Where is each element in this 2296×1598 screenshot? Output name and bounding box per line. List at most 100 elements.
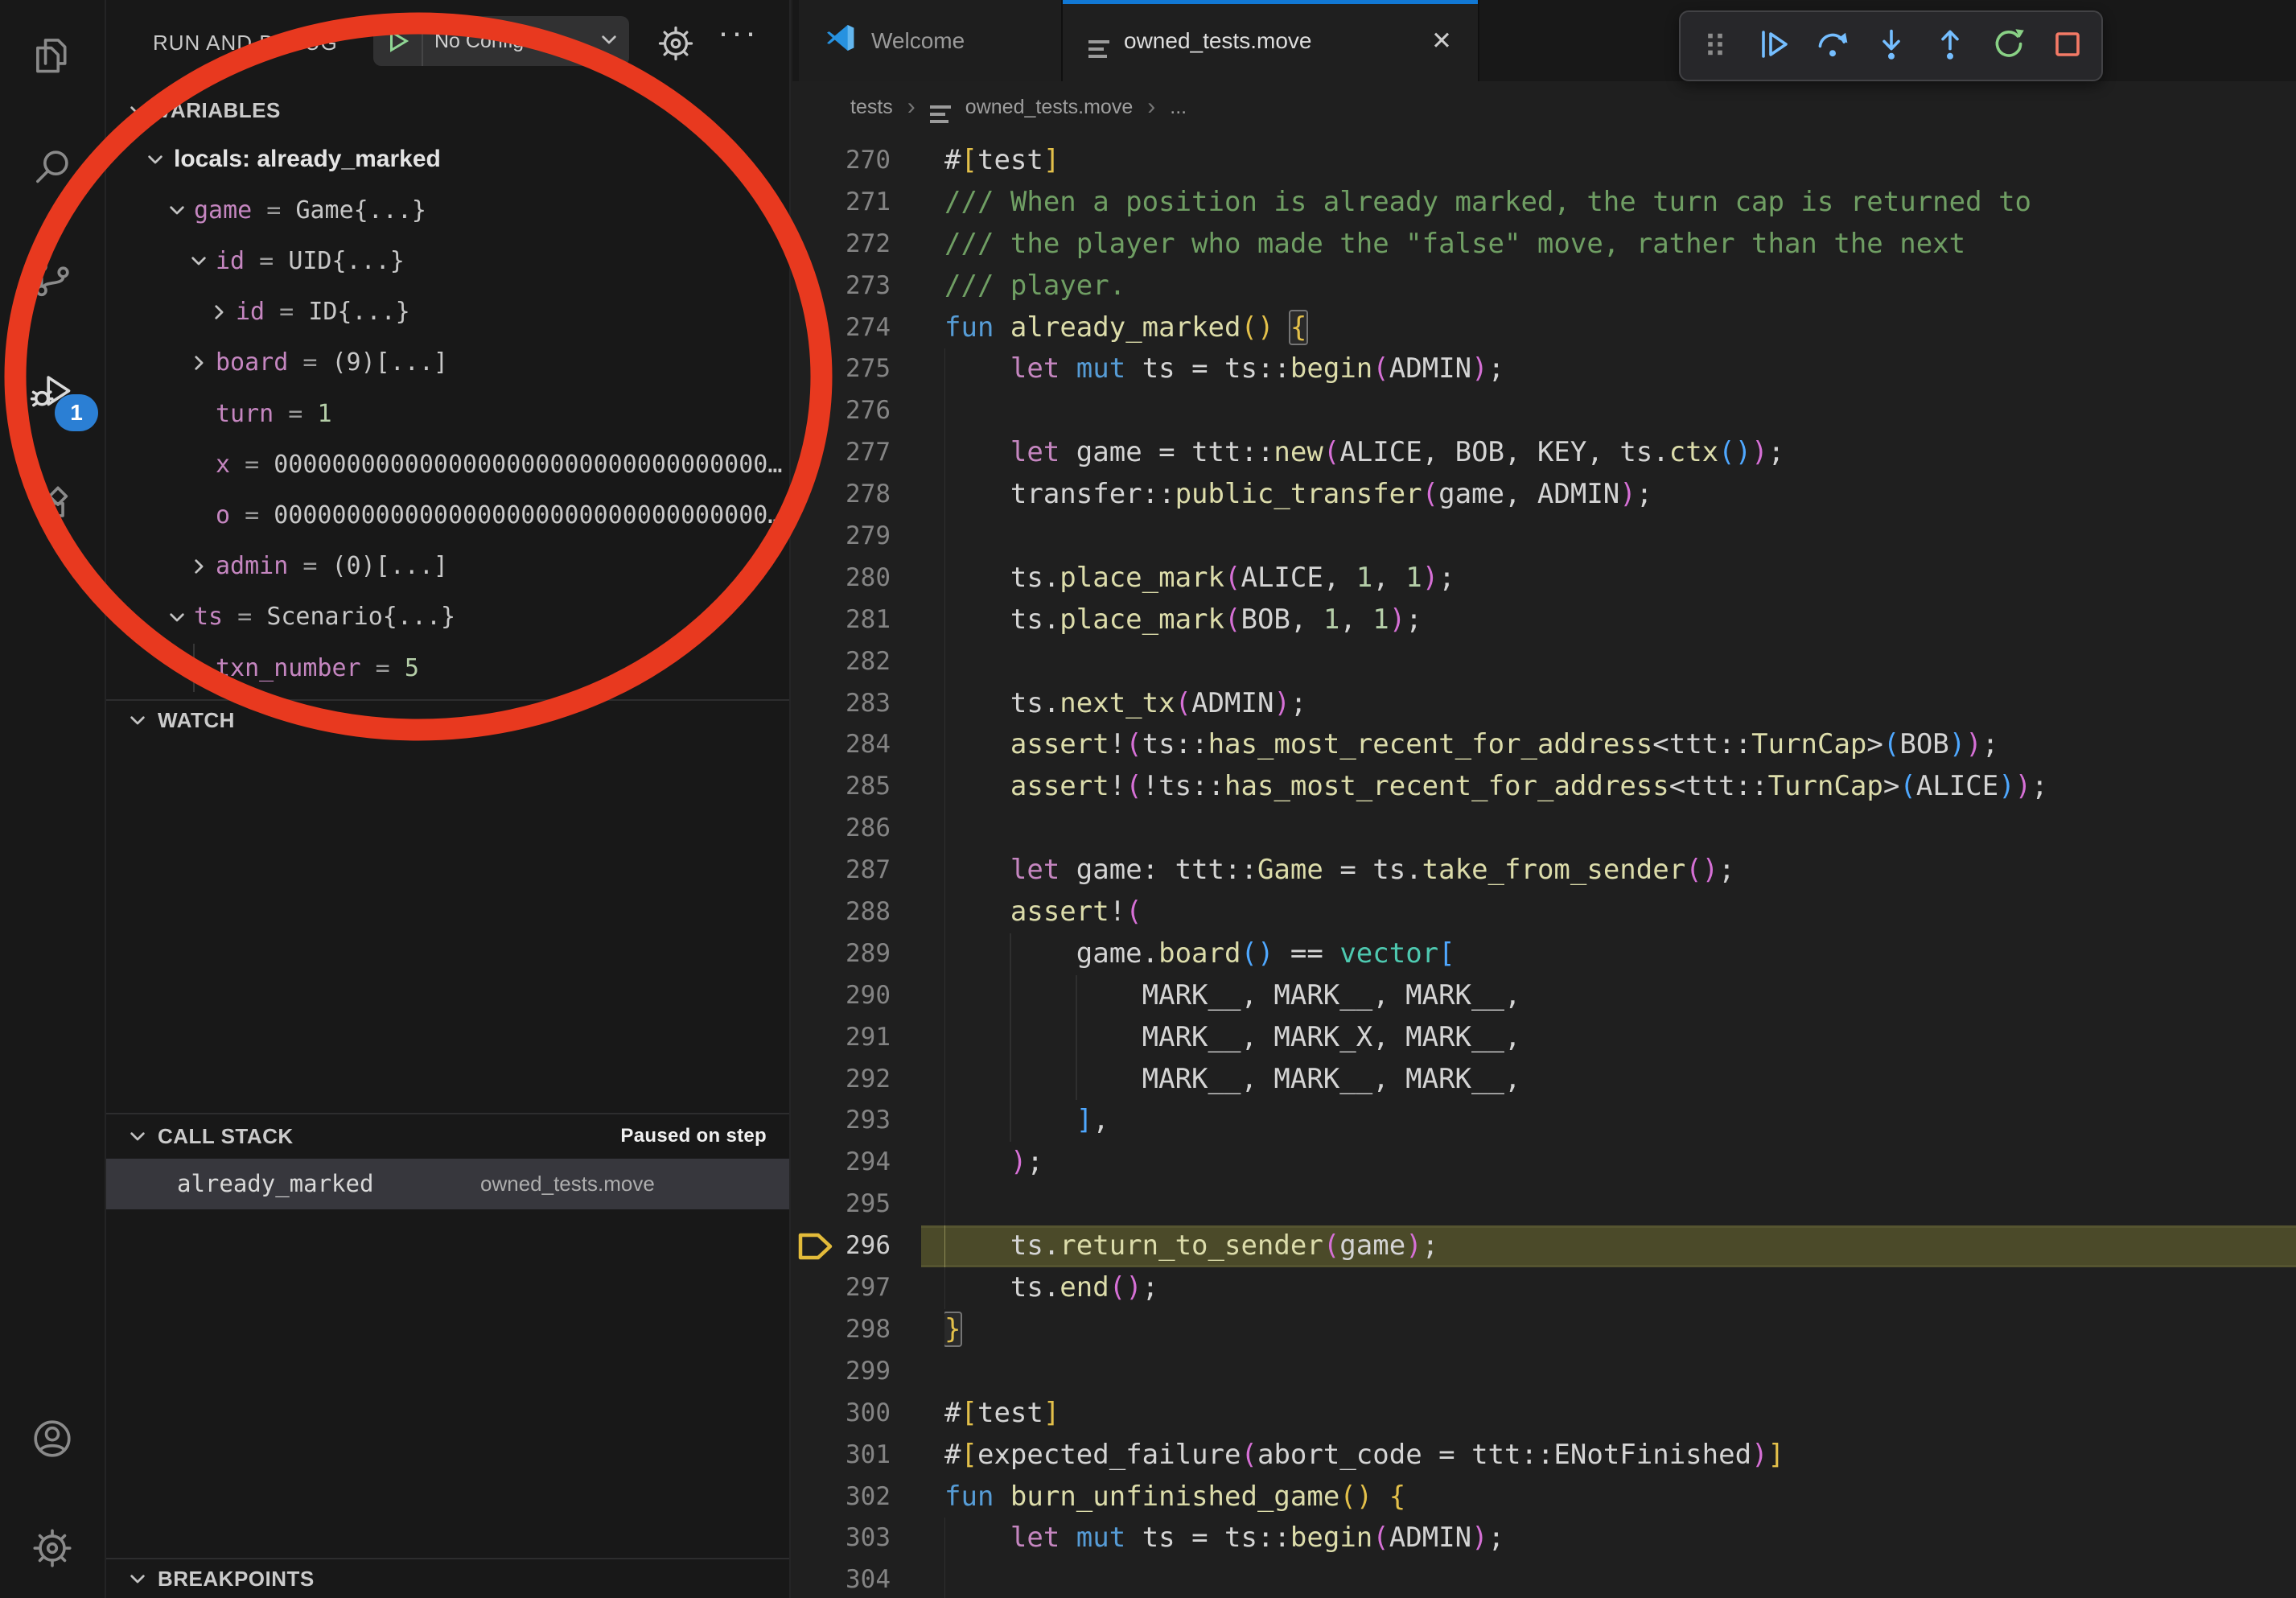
variable-row[interactable]: ts = Scenario{...} — [106, 591, 789, 643]
step-into-button[interactable] — [1866, 21, 1916, 71]
gutter[interactable]: 276 — [792, 390, 944, 432]
line-number[interactable]: 299 — [846, 1351, 891, 1393]
variables-section-header[interactable]: VARIABLES — [106, 87, 789, 134]
line-number[interactable]: 289 — [846, 933, 891, 975]
gutter[interactable]: 295 — [792, 1184, 944, 1225]
activity-item-extensions[interactable] — [0, 455, 105, 552]
start-debugging-button[interactable] — [373, 16, 423, 66]
line-number[interactable]: 295 — [846, 1184, 891, 1225]
activity-item-source-control[interactable] — [0, 232, 105, 328]
line-number[interactable]: 276 — [846, 390, 891, 432]
chevron-down-icon[interactable] — [163, 603, 191, 631]
gutter[interactable]: 271 — [792, 182, 944, 224]
gutter[interactable]: 286 — [792, 808, 944, 850]
breadcrumb-item[interactable]: tests — [850, 96, 893, 119]
line-number[interactable]: 298 — [846, 1309, 891, 1351]
gutter[interactable]: 277 — [792, 432, 944, 474]
breakpoints-section-header[interactable]: BREAKPOINTS — [106, 1559, 789, 1598]
gutter[interactable]: 304 — [792, 1559, 944, 1598]
line-number[interactable]: 279 — [846, 516, 891, 558]
code-editor[interactable]: 270#[test]271/// When a position is alre… — [792, 133, 2296, 1598]
activity-item-search[interactable] — [0, 121, 105, 217]
step-out-button[interactable] — [1925, 21, 1975, 71]
gutter[interactable]: 292 — [792, 1059, 944, 1101]
call-stack-frame[interactable]: already_markedowned_tests.move — [106, 1159, 789, 1209]
variable-row[interactable]: id = ID{...} — [106, 286, 789, 338]
gutter[interactable]: 282 — [792, 641, 944, 683]
line-number[interactable]: 275 — [846, 348, 891, 390]
activity-item-run-and-debug[interactable]: 1 — [0, 344, 105, 441]
gutter[interactable]: 272 — [792, 224, 944, 266]
line-number[interactable]: 277 — [846, 432, 891, 474]
line-number[interactable]: 283 — [846, 683, 891, 725]
variable-row[interactable]: id = UID{...} — [106, 235, 789, 286]
gutter[interactable]: 274 — [792, 307, 944, 349]
watch-section-header[interactable]: WATCH — [106, 697, 789, 743]
variable-row[interactable]: board = (9)[...] — [106, 337, 789, 389]
line-number[interactable]: 285 — [846, 766, 891, 808]
line-number[interactable]: 274 — [846, 307, 891, 349]
chevron-down-icon[interactable] — [167, 607, 187, 628]
gutter[interactable]: 278 — [792, 474, 944, 516]
line-number[interactable]: 300 — [846, 1393, 891, 1435]
line-number[interactable]: 278 — [846, 474, 891, 516]
gutter[interactable]: 285 — [792, 766, 944, 808]
chevron-down-icon[interactable] — [142, 146, 169, 173]
chevron-right-icon[interactable] — [185, 349, 212, 377]
activity-item-account[interactable] — [0, 1392, 105, 1489]
gutter[interactable]: 284 — [792, 724, 944, 766]
chevron-right-icon[interactable] — [208, 302, 229, 323]
gutter[interactable]: 290 — [792, 975, 944, 1017]
more-actions-button[interactable]: ··· — [718, 13, 759, 51]
stop-button[interactable] — [2043, 21, 2092, 71]
gutter[interactable]: 297 — [792, 1267, 944, 1309]
tab-welcome[interactable]: Welcome — [799, 0, 1063, 81]
gutter[interactable]: 303 — [792, 1518, 944, 1559]
line-number[interactable]: 297 — [846, 1267, 891, 1309]
gutter[interactable]: 287 — [792, 850, 944, 892]
variable-row[interactable]: turn = 1 — [106, 388, 789, 439]
line-number[interactable]: 282 — [846, 641, 891, 683]
line-number[interactable]: 301 — [846, 1435, 891, 1477]
variable-row[interactable]: admin = (0)[...] — [106, 541, 789, 592]
close-icon[interactable]: ✕ — [1431, 27, 1452, 56]
restart-button[interactable] — [1984, 21, 2034, 71]
line-number[interactable]: 270 — [846, 140, 891, 182]
gutter[interactable]: 288 — [792, 892, 944, 933]
chevron-right-icon[interactable] — [185, 553, 212, 580]
gutter[interactable]: 298 — [792, 1309, 944, 1351]
activity-item-explorer[interactable] — [0, 8, 105, 105]
line-number[interactable]: 287 — [846, 850, 891, 892]
activity-item-settings[interactable] — [0, 1501, 105, 1598]
gutter[interactable]: 293 — [792, 1100, 944, 1142]
gutter[interactable]: 299 — [792, 1351, 944, 1393]
gutter[interactable]: 270 — [792, 140, 944, 182]
gutter[interactable]: 281 — [792, 599, 944, 641]
breadcrumb-item[interactable]: ... — [1170, 96, 1187, 119]
variable-row[interactable]: game = Game{...} — [106, 184, 789, 236]
chevron-right-icon[interactable] — [188, 556, 209, 577]
chevron-down-icon[interactable] — [188, 250, 209, 271]
continue-button[interactable] — [1749, 21, 1799, 71]
line-number[interactable]: 292 — [846, 1059, 891, 1101]
chevron-down-icon[interactable] — [185, 247, 212, 274]
gutter[interactable]: 275 — [792, 348, 944, 390]
gutter[interactable]: 302 — [792, 1477, 944, 1518]
chevron-right-icon[interactable] — [188, 352, 209, 373]
variable-row[interactable]: x = 0000000000000000000000000000000000… — [106, 439, 789, 490]
breadcrumb-item[interactable]: owned_tests.move — [965, 96, 1133, 119]
chevron-right-icon[interactable] — [205, 299, 232, 326]
line-number[interactable]: 294 — [846, 1142, 891, 1184]
debug-settings-gear-button[interactable] — [655, 23, 697, 64]
gutter[interactable]: 289 — [792, 933, 944, 975]
gutter[interactable]: 273 — [792, 266, 944, 307]
gutter[interactable]: 294 — [792, 1142, 944, 1184]
line-number[interactable]: 286 — [846, 808, 891, 850]
line-number[interactable]: 284 — [846, 724, 891, 766]
gutter[interactable]: 280 — [792, 558, 944, 599]
line-number[interactable]: 272 — [846, 224, 891, 266]
gutter[interactable]: 291 — [792, 1017, 944, 1059]
line-number[interactable]: 290 — [846, 975, 891, 1017]
gutter[interactable]: 296 — [792, 1225, 944, 1267]
gutter[interactable]: 279 — [792, 516, 944, 558]
